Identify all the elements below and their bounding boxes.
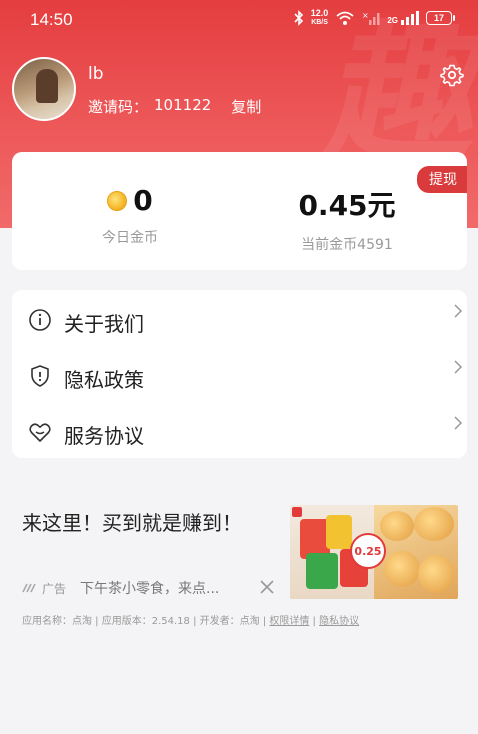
permissions-link[interactable]: 权限详情 bbox=[269, 616, 309, 627]
menu-item-about-us[interactable]: 关于我们 bbox=[12, 292, 467, 348]
chip bbox=[414, 507, 454, 541]
brand-logo-icon bbox=[292, 507, 302, 517]
heart-icon bbox=[29, 423, 51, 442]
network-speed-value: 12.0 bbox=[310, 8, 329, 18]
today-coins-value: 0 bbox=[133, 184, 153, 217]
info-icon bbox=[29, 309, 51, 331]
signal-label: 2G bbox=[387, 16, 398, 25]
invite-code-row: 邀请码： 101122 复制 bbox=[88, 96, 261, 117]
ad-description: 下午茶小零食，来点... bbox=[80, 581, 220, 597]
copy-button[interactable]: 复制 bbox=[231, 96, 261, 117]
current-balance-value: 0.45元 bbox=[298, 189, 396, 222]
chevron-right-icon bbox=[454, 304, 463, 318]
avatar-figure bbox=[36, 69, 58, 103]
status-bar: 14:50 12.0 KB/S × 2G 17 bbox=[0, 0, 478, 40]
coin-card: 提现 0 今日金币 0.45元 当前金币4591 bbox=[12, 152, 467, 270]
avatar[interactable] bbox=[12, 57, 76, 121]
ad-meta-text: 应用名称：点淘 | 应用版本：2.54.18 | 开发者：点淘 | bbox=[22, 616, 270, 627]
ad-logo-icon bbox=[22, 583, 36, 593]
ad-price-badge: 0.25 bbox=[350, 533, 386, 569]
ad-close-icon[interactable] bbox=[258, 578, 276, 596]
ad-image-chips bbox=[374, 505, 458, 599]
ad-tag-label: 广告 bbox=[42, 581, 67, 596]
header-watermark: 趣 bbox=[315, 8, 478, 182]
snack-pack bbox=[326, 515, 352, 549]
signal-strong-icon: 2G bbox=[387, 11, 419, 25]
menu-item-label: 隐私政策 bbox=[64, 368, 144, 392]
wifi-icon bbox=[336, 11, 354, 25]
battery-level: 17 bbox=[433, 13, 444, 23]
menu-item-label: 关于我们 bbox=[64, 312, 144, 336]
today-coins: 0 今日金币 bbox=[70, 184, 190, 247]
menu-item-service-agreement[interactable]: 服务协议 bbox=[12, 404, 467, 460]
ad-tag: 广告 bbox=[22, 580, 66, 597]
ad-info-row: 广告 下午茶小零食，来点... bbox=[22, 578, 219, 598]
menu-item-label: 服务协议 bbox=[64, 424, 144, 448]
menu-item-privacy-policy[interactable]: 隐私政策 bbox=[12, 348, 467, 404]
today-coins-label: 今日金币 bbox=[102, 230, 158, 246]
chip bbox=[380, 511, 414, 541]
chip bbox=[384, 551, 420, 587]
bluetooth-icon bbox=[294, 10, 303, 26]
status-time: 14:50 bbox=[30, 10, 73, 29]
chip bbox=[418, 555, 454, 593]
current-balance-label: 当前金币4591 bbox=[301, 237, 393, 253]
status-icons: 12.0 KB/S × 2G 17 bbox=[294, 9, 455, 27]
shield-icon bbox=[31, 365, 49, 387]
chevron-right-icon bbox=[454, 360, 463, 374]
signal-weak-icon: × bbox=[362, 11, 380, 25]
settings-menu: 关于我们 隐私政策 服务协议 bbox=[12, 290, 467, 458]
chevron-right-icon bbox=[454, 416, 463, 430]
invite-code: 101122 bbox=[154, 96, 212, 114]
network-speed: 12.0 KB/S bbox=[311, 9, 329, 27]
battery-icon: 17 bbox=[426, 11, 455, 25]
ad-meta: 应用名称：点淘 | 应用版本：2.54.18 | 开发者：点淘 | 权限详情 |… bbox=[22, 612, 359, 627]
ad-image[interactable]: 0.25 bbox=[290, 505, 458, 599]
invite-label: 邀请码： bbox=[88, 98, 149, 116]
username: lb bbox=[88, 64, 104, 84]
settings-gear-icon[interactable] bbox=[440, 63, 464, 87]
snack-pack bbox=[306, 553, 338, 589]
network-speed-unit: KB/S bbox=[311, 19, 328, 26]
current-balance: 0.45元 当前金币4591 bbox=[262, 184, 432, 254]
svg-text:×: × bbox=[362, 11, 369, 20]
coin-icon bbox=[107, 190, 128, 211]
ad-title[interactable]: 来这里！买到就是赚到！ bbox=[22, 507, 272, 539]
privacy-agreement-link[interactable]: 隐私协议 bbox=[319, 616, 359, 627]
